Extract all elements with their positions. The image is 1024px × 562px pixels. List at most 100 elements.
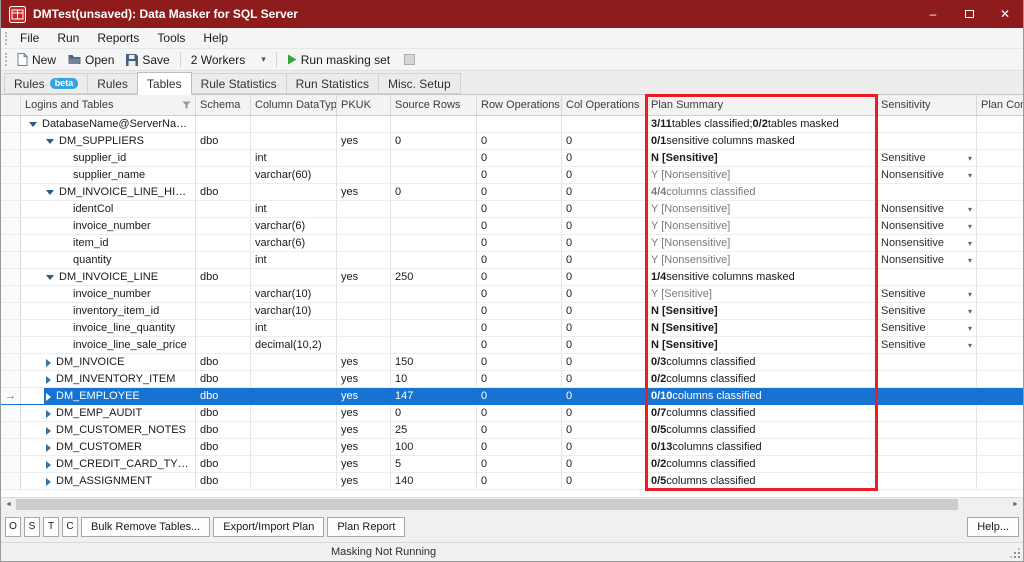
expand-row-icon[interactable] [46,460,51,469]
sensitivity-dropdown-icon[interactable]: ▾ [968,256,972,265]
footer-button-c[interactable]: C [62,516,78,537]
bulk-remove-tables-button[interactable]: Bulk Remove Tables... [81,516,211,537]
expand-row-icon[interactable] [46,426,51,435]
table-row[interactable]: DM_INVOICE_LINE_HISTORYdboyes0004/4 colu… [1,184,1023,201]
footer-button-t[interactable]: T [43,516,59,537]
col-header-plan-summary[interactable]: Plan Summary [647,95,877,115]
tab-strip: Rules beta Rules Tables Rule Statistics … [1,71,1023,95]
close-button[interactable]: ✕ [987,0,1023,28]
column-row[interactable]: supplier_name varchar(60) 0 0 Y [Nonsensitiv… [1,167,1023,184]
export-import-plan-button[interactable]: Export/Import Plan [213,516,325,537]
column-row[interactable]: item_id varchar(6) 0 0 Y [Nonsensitive] Nonse… [1,235,1023,252]
sensitivity-cell[interactable]: Sensitive ▾ [877,150,977,166]
sensitivity-dropdown-icon[interactable]: ▾ [968,290,972,299]
table-row[interactable]: DM_ASSIGNMENT dbo yes 140 0 0 0/5 columns clas… [1,473,1023,490]
tab-rules-beta[interactable]: Rules beta [4,73,89,94]
menu-file[interactable]: File [11,28,48,48]
sensitivity-cell[interactable]: Nonsensitive ▾ [877,235,977,251]
footer-button-o[interactable]: O [5,516,21,537]
open-button[interactable]: Open [62,51,120,69]
plan-report-button[interactable]: Plan Report [327,516,406,537]
table-row[interactable]: DM_SUPPLIERS dbo yes 0 0 0 0/1 sensitive colum… [1,133,1023,150]
sensitivity-dropdown-icon[interactable]: ▾ [968,171,972,180]
scrollbar-thumb[interactable] [16,499,959,510]
collapse-row-icon[interactable] [46,190,54,195]
column-row[interactable]: invoice_line_sale_price decimal(10,2) 0 0 N … [1,337,1023,354]
tab-rule-statistics[interactable]: Rule Statistics [190,73,287,94]
sensitivity-cell[interactable]: Sensitive ▾ [877,320,977,336]
expand-row-icon[interactable] [46,375,51,384]
col-header-logins-and-tables[interactable]: Logins and Tables [21,95,196,115]
sensitivity-dropdown-icon[interactable]: ▾ [968,205,972,214]
menu-tools[interactable]: Tools [148,28,194,48]
col-header-source-rows[interactable]: Source Rows [391,95,477,115]
column-row[interactable]: invoice_number varchar(6) 0 0 Y [Nonsensitiv… [1,218,1023,235]
maximize-button[interactable] [951,0,987,28]
column-row[interactable]: invoice_number varchar(10) 0 0 Y [Sensitive]… [1,286,1023,303]
sensitivity-cell[interactable]: Nonsensitive ▾ [877,201,977,217]
column-row[interactable]: quantity int 0 0 Y [Nonsensitive] Nonsensitiv… [1,252,1023,269]
workers-dropdown[interactable]: 2 Workers ▾ [185,52,272,68]
help-button[interactable]: Help... [967,516,1019,537]
sensitivity-cell[interactable]: Sensitive ▾ [877,303,977,319]
sensitivity-dropdown-icon[interactable]: ▾ [968,239,972,248]
table-row[interactable]: → DM_EMPLOYEE dbo yes 147 0 0 0/10 columns clas… [1,388,1023,405]
column-row[interactable]: inventory_item_id varchar(10) 0 0 N [Sensiti… [1,303,1023,320]
col-header-pkuk[interactable]: PKUK [337,95,391,115]
sensitivity-cell[interactable]: Sensitive ▾ [877,337,977,353]
resize-grip[interactable] [1008,546,1020,558]
menu-reports[interactable]: Reports [88,28,148,48]
tab-misc-setup[interactable]: Misc. Setup [377,73,461,94]
sensitivity-cell[interactable]: Nonsensitive ▾ [877,252,977,268]
table-row[interactable]: DM_INVOICE_LINE dbo yes 250 0 0 1/4 sensitive … [1,269,1023,286]
sensitivity-cell[interactable]: Nonsensitive ▾ [877,167,977,183]
scroll-right-button[interactable]: ► [1008,498,1023,511]
collapse-row-icon[interactable] [46,139,54,144]
tab-run-statistics[interactable]: Run Statistics [285,73,379,94]
tab-rules[interactable]: Rules [87,73,138,94]
sensitivity-dropdown-icon[interactable]: ▾ [968,307,972,316]
footer-button-s[interactable]: S [24,516,40,537]
col-header-sensitivity[interactable]: Sensitivity [877,95,977,115]
col-header-schema[interactable]: Schema [196,95,251,115]
expand-row-icon[interactable] [46,409,51,418]
sensitivity-dropdown-icon[interactable]: ▾ [968,324,972,333]
sensitivity-dropdown-icon[interactable]: ▾ [968,154,972,163]
sensitivity-dropdown-icon[interactable]: ▾ [968,222,972,231]
col-header-plan-comments[interactable]: Plan Comm [977,95,1023,115]
table-row[interactable]: DM_INVOICE dbo yes 150 0 0 0/3 columns classif… [1,354,1023,371]
col-header-col-operations[interactable]: Col Operations [562,95,647,115]
filter-icon[interactable] [182,101,191,110]
save-button[interactable]: Save [120,51,175,69]
tab-tables[interactable]: Tables [136,72,192,95]
table-row[interactable]: DM_CUSTOMER dbo yes 100 0 0 0/13 columns class… [1,439,1023,456]
expand-row-icon[interactable] [46,443,51,452]
new-button[interactable]: New [11,51,62,69]
menu-run[interactable]: Run [48,28,88,48]
expand-row-icon[interactable] [46,477,51,486]
sensitivity-dropdown-icon[interactable]: ▾ [968,341,972,350]
database-row[interactable]: DatabaseName@ServerName\In... 3/11 tables… [1,116,1023,133]
minimize-button[interactable]: – [915,0,951,28]
menu-help[interactable]: Help [194,28,237,48]
col-header-row-operations[interactable]: Row Operations [477,95,562,115]
collapse-row-icon[interactable] [46,275,54,280]
table-row[interactable]: DM_CREDIT_CARD_TYPE dbo yes 5 0 0 0/2 columns … [1,456,1023,473]
expand-row-icon[interactable] [46,358,51,367]
horizontal-scrollbar[interactable]: ◄ ► [1,497,1023,511]
run-masking-set-button[interactable]: Run masking set [281,51,396,69]
col-header-column-datatype[interactable]: Column DataType [251,95,337,115]
sensitivity-cell[interactable]: Nonsensitive ▾ [877,218,977,234]
table-row[interactable]: DM_INVENTORY_ITEM dbo yes 10 0 0 0/2 columns c… [1,371,1023,388]
plan-summary-cell: 0/2 columns classified [647,371,877,387]
table-row[interactable]: DM_CUSTOMER_NOTES dbo yes 25 0 0 0/5 columns c… [1,422,1023,439]
scrollbar-track[interactable] [16,498,1008,511]
column-row[interactable]: invoice_line_quantity int 0 0 N [Sensitive] S… [1,320,1023,337]
table-row[interactable]: DM_EMP_AUDIT dbo yes 0 0 0 0/7 columns classif… [1,405,1023,422]
scroll-left-button[interactable]: ◄ [1,498,16,511]
sensitivity-cell[interactable]: Sensitive ▾ [877,286,977,302]
column-row[interactable]: supplier_id int 0 0 N [Sensitive] Sensitive ▾ [1,150,1023,167]
column-row[interactable]: identCol int 0 0 Y [Nonsensitive] Nonsensitiv… [1,201,1023,218]
expand-row-icon[interactable] [46,392,51,401]
collapse-row-icon[interactable] [29,122,37,127]
